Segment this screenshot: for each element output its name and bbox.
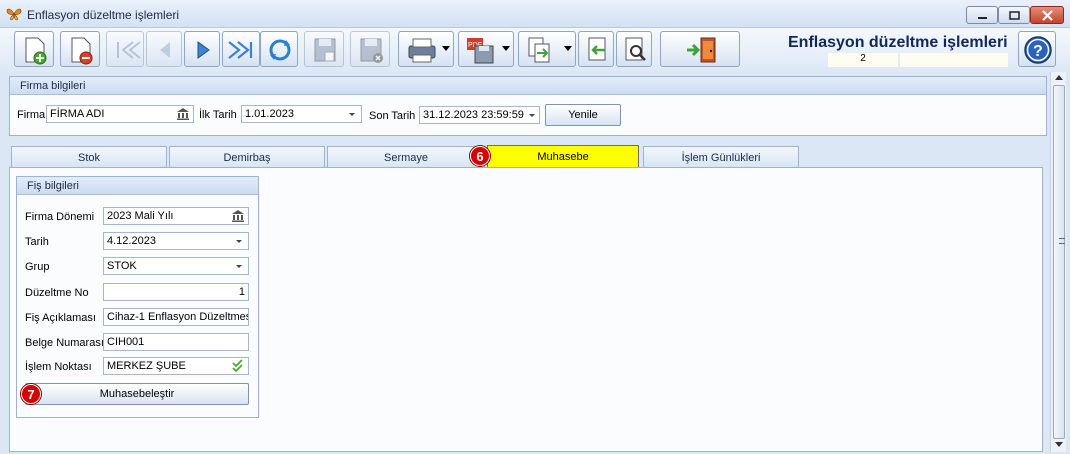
search-document-button[interactable] bbox=[616, 31, 652, 67]
grup-field[interactable]: STOK bbox=[103, 257, 249, 275]
svg-text:?: ? bbox=[1033, 43, 1043, 60]
printer-icon bbox=[408, 38, 436, 63]
minimize-icon bbox=[978, 17, 987, 19]
help-icon: ? bbox=[1024, 36, 1052, 64]
first-record-icon bbox=[117, 41, 141, 59]
chevron-down-icon[interactable] bbox=[529, 114, 535, 117]
tab-demirbas[interactable]: Demirbaş bbox=[169, 146, 325, 168]
minimize-button[interactable] bbox=[966, 6, 998, 24]
exit-button[interactable] bbox=[660, 31, 740, 67]
cancel-save-button[interactable] bbox=[350, 31, 390, 67]
belge-numarasi-label: Belge Numarası bbox=[25, 337, 104, 349]
muhasebelestir-button[interactable]: Muhasebeleştir bbox=[25, 383, 249, 405]
grip-icon bbox=[1059, 238, 1065, 244]
firma-field[interactable]: FİRMA ADI bbox=[46, 105, 194, 123]
save-icon bbox=[314, 38, 336, 62]
grup-value: STOK bbox=[107, 260, 137, 272]
firma-bilgileri-title: Firma bilgileri bbox=[10, 77, 1046, 95]
pdf-save-icon: PDF bbox=[467, 38, 494, 64]
vertical-scrollbar[interactable] bbox=[1050, 72, 1066, 452]
scroll-thumb[interactable] bbox=[1053, 85, 1065, 439]
son-tarih-value: 31.12.2023 23:59:59 bbox=[423, 109, 524, 121]
firma-donemi-value: 2023 Mali Yılı bbox=[107, 210, 174, 222]
exit-door-icon bbox=[687, 37, 716, 63]
cancel-save-icon bbox=[360, 38, 383, 63]
step-badge-button: 7 bbox=[21, 384, 41, 404]
tab-sermaye[interactable]: Sermaye bbox=[327, 146, 485, 168]
bank-icon[interactable] bbox=[231, 209, 245, 223]
duzeltme-no-label: Düzeltme No bbox=[25, 287, 89, 299]
new-record-button[interactable] bbox=[14, 31, 54, 67]
tarih-label: Tarih bbox=[25, 236, 49, 248]
refresh-icon bbox=[269, 39, 291, 61]
export-dropdown-icon[interactable] bbox=[502, 46, 510, 51]
firma-donemi-label: Firma Dönemi bbox=[25, 211, 95, 223]
bank-icon[interactable] bbox=[176, 107, 190, 121]
tab-stok[interactable]: Stok bbox=[11, 146, 167, 168]
close-button[interactable] bbox=[1030, 6, 1064, 24]
new-document-icon bbox=[25, 37, 47, 65]
next-record-button[interactable] bbox=[184, 31, 220, 67]
close-icon bbox=[1042, 10, 1053, 21]
print-dropdown-icon[interactable] bbox=[442, 46, 450, 51]
tab-islem-gunlukleri[interactable]: İşlem Günlükleri bbox=[643, 146, 799, 168]
window-title: Enflasyon düzeltme işlemleri bbox=[27, 8, 180, 22]
fis-bilgileri-title: Fiş bilgileri bbox=[17, 177, 258, 195]
islem-noktasi-value: MERKEZ ŞUBE bbox=[107, 360, 186, 372]
grup-label: Grup bbox=[25, 261, 50, 273]
save-button[interactable] bbox=[304, 31, 344, 67]
document-import-icon bbox=[588, 37, 606, 61]
firma-label: Firma bbox=[17, 109, 46, 121]
yenile-button[interactable]: Yenile bbox=[545, 104, 621, 126]
fis-aciklamasi-label: Fiş Açıklaması bbox=[25, 312, 96, 324]
document-transfer-icon bbox=[528, 37, 550, 63]
tarih-value: 4.12.2023 bbox=[107, 235, 156, 247]
islem-noktasi-label: İşlem Noktası bbox=[25, 361, 92, 373]
maximize-icon bbox=[1009, 11, 1020, 20]
firma-value: FİRMA ADI bbox=[50, 108, 105, 120]
transfer-button[interactable] bbox=[518, 31, 576, 67]
last-record-button[interactable] bbox=[222, 31, 260, 67]
duzeltme-no-field[interactable]: 1 bbox=[103, 283, 249, 301]
title-bar: Enflasyon düzeltme işlemleri bbox=[0, 0, 1070, 28]
transfer-dropdown-icon[interactable] bbox=[564, 46, 572, 51]
firma-donemi-field[interactable]: 2023 Mali Yılı bbox=[103, 207, 249, 225]
previous-record-icon bbox=[160, 42, 170, 58]
last-record-icon bbox=[228, 41, 253, 59]
step-badge-tab: 6 bbox=[470, 146, 490, 166]
fis-aciklamasi-field[interactable]: Cihaz-1 Enflasyon Düzeltmesi bbox=[103, 308, 249, 326]
tarih-field[interactable]: 4.12.2023 bbox=[103, 232, 249, 250]
scroll-up-icon[interactable] bbox=[1055, 75, 1063, 80]
chevron-down-icon[interactable] bbox=[349, 113, 355, 116]
help-button[interactable]: ? bbox=[1018, 31, 1056, 67]
tab-muhasebe[interactable]: Muhasebe bbox=[487, 145, 639, 168]
ilk-tarih-label: İlk Tarih bbox=[199, 109, 237, 121]
record-info-panel bbox=[900, 53, 1008, 67]
double-check-icon[interactable] bbox=[231, 359, 245, 373]
delete-record-button[interactable] bbox=[60, 31, 100, 67]
chevron-down-icon[interactable] bbox=[236, 265, 242, 268]
print-button[interactable] bbox=[398, 31, 454, 67]
delete-document-icon bbox=[71, 37, 93, 65]
belge-numarasi-field[interactable]: CIH001 bbox=[103, 333, 249, 351]
next-record-icon bbox=[197, 41, 210, 59]
page-heading: Enflasyon düzeltme işlemleri bbox=[788, 34, 1008, 51]
import-button[interactable] bbox=[578, 31, 614, 67]
chevron-down-icon[interactable] bbox=[236, 240, 242, 243]
previous-record-button[interactable] bbox=[146, 31, 182, 67]
ilk-tarih-value: 1.01.2023 bbox=[245, 108, 294, 120]
document-search-icon bbox=[625, 37, 646, 61]
son-tarih-label: Son Tarih bbox=[369, 110, 416, 122]
refresh-button[interactable] bbox=[260, 31, 298, 67]
ilk-tarih-field[interactable]: 1.01.2023 bbox=[241, 105, 362, 123]
scroll-down-icon[interactable] bbox=[1055, 442, 1063, 447]
islem-noktasi-field[interactable]: MERKEZ ŞUBE bbox=[103, 357, 249, 375]
son-tarih-field[interactable]: 31.12.2023 23:59:59 bbox=[419, 106, 540, 124]
maximize-button[interactable] bbox=[998, 6, 1030, 24]
export-pdf-button[interactable]: PDF bbox=[458, 31, 514, 67]
butterfly-icon bbox=[6, 8, 22, 21]
first-record-button[interactable] bbox=[106, 31, 144, 67]
record-counter: 2 bbox=[828, 53, 898, 67]
